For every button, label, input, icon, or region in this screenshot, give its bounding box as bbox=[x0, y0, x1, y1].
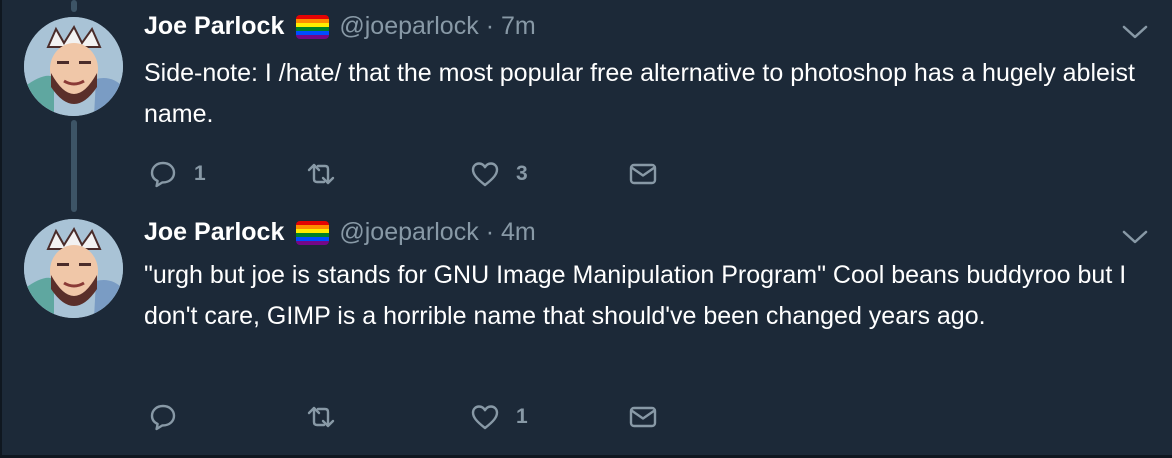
rainbow-flag-icon bbox=[296, 220, 330, 245]
direct-message-icon bbox=[629, 406, 657, 428]
separator: · bbox=[485, 12, 495, 40]
retweet-button[interactable] bbox=[306, 158, 352, 190]
tweet-text: "urgh but joe is stands for GNU Image Ma… bbox=[144, 261, 1127, 330]
direct-message-button[interactable] bbox=[628, 158, 658, 190]
like-button[interactable]: 3 bbox=[470, 158, 528, 190]
retweet-button[interactable] bbox=[306, 401, 352, 433]
author-name[interactable]: Joe Parlock bbox=[144, 218, 284, 247]
like-icon bbox=[471, 162, 499, 187]
like-count: 1 bbox=[516, 405, 528, 428]
tweet-header: Joe Parlock @joeparlock · 7m bbox=[144, 12, 536, 41]
like-icon bbox=[471, 405, 499, 430]
retweet-icon bbox=[307, 163, 335, 185]
separator: · bbox=[485, 218, 495, 246]
like-count: 3 bbox=[516, 162, 528, 185]
chevron-down-icon[interactable] bbox=[1120, 227, 1150, 247]
reply-icon bbox=[150, 161, 176, 188]
reply-count: 1 bbox=[194, 162, 206, 185]
rainbow-flag-icon bbox=[296, 14, 330, 39]
timestamp[interactable]: 7m bbox=[501, 12, 536, 41]
timestamp[interactable]: 4m bbox=[501, 218, 536, 247]
direct-message-button[interactable] bbox=[628, 401, 658, 433]
author-handle[interactable]: @joeparlock bbox=[339, 12, 478, 41]
tweet[interactable]: Joe Parlock @joeparlock · 4m "urgh but j… bbox=[0, 215, 1172, 455]
tweet[interactable]: Joe Parlock @joeparlock · 7m Side-note: … bbox=[0, 0, 1172, 215]
reply-button[interactable] bbox=[148, 401, 194, 433]
tweet-text: Side-note: I /hate/ that the most popula… bbox=[144, 59, 1135, 128]
reply-button[interactable]: 1 bbox=[148, 158, 206, 190]
like-button[interactable]: 1 bbox=[470, 401, 528, 433]
direct-message-icon bbox=[629, 163, 657, 185]
tweet-header: Joe Parlock @joeparlock · 4m bbox=[144, 218, 536, 247]
retweet-icon bbox=[307, 406, 335, 428]
avatar[interactable] bbox=[24, 219, 123, 318]
chevron-down-icon[interactable] bbox=[1120, 22, 1150, 42]
reply-icon bbox=[150, 404, 176, 431]
author-handle[interactable]: @joeparlock bbox=[339, 218, 478, 247]
avatar[interactable] bbox=[24, 17, 123, 116]
author-name[interactable]: Joe Parlock bbox=[144, 12, 284, 41]
